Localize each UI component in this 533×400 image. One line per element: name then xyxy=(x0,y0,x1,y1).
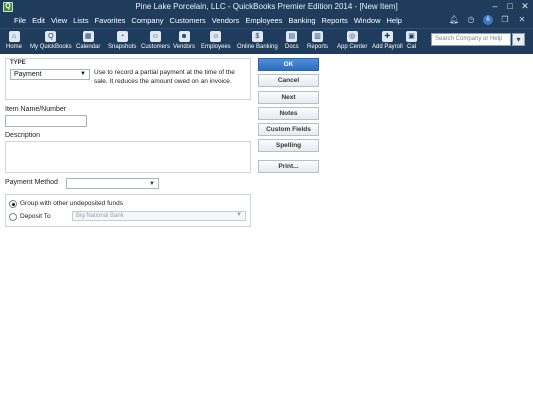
chevron-down-icon: ▼ xyxy=(236,212,242,218)
payment-method-label: Payment Method xyxy=(5,179,58,186)
menu-banking[interactable]: Banking xyxy=(288,16,315,25)
toolbar-docs[interactable]: ▤ Docs xyxy=(285,31,299,50)
close-icon[interactable]: ✕ xyxy=(519,1,531,12)
menu-lists[interactable]: Lists xyxy=(73,16,88,25)
chevron-down-icon: ▼ xyxy=(80,71,86,77)
toolbar-cal[interactable]: ▣ Cal xyxy=(406,31,417,50)
menu-customers[interactable]: Customers xyxy=(170,16,206,25)
window-title: Pine Lake Porcelain, LLC - QuickBooks Pr… xyxy=(135,2,398,11)
type-select[interactable]: Payment ▼ xyxy=(10,69,90,80)
toolbar-online-banking[interactable]: $ Online Banking xyxy=(237,31,278,50)
ok-button[interactable]: OK xyxy=(258,58,319,71)
icon-bar: ⌂ Home Q My QuickBooks ▦ Calendar ◔ Snapshot… xyxy=(0,28,533,54)
menu-favorites[interactable]: Favorites xyxy=(95,16,126,25)
deposit-to-radio[interactable] xyxy=(9,213,17,221)
menu-edit[interactable]: Edit xyxy=(32,16,45,25)
search-input[interactable]: Search Company or Help xyxy=(431,33,511,46)
group-undeposited-label: Group with other undeposited funds xyxy=(20,200,123,207)
menu-file[interactable]: File xyxy=(14,16,26,25)
menu-window[interactable]: Window xyxy=(354,16,381,25)
menu-view[interactable]: View xyxy=(51,16,67,25)
home-icon: ⌂ xyxy=(8,31,20,42)
deposit-to-label: Deposit To xyxy=(20,213,51,220)
search-dropdown-icon[interactable]: ▾ xyxy=(512,33,525,46)
type-label: TYPE xyxy=(10,60,26,66)
deposit-to-value: Big National Bank xyxy=(76,213,124,219)
type-section: TYPE Payment ▼ Use to record a partial p… xyxy=(5,58,251,100)
calendar-icon: ▦ xyxy=(82,31,94,42)
app-center-icon: ◎ xyxy=(346,31,358,42)
toolbar-add-payroll[interactable]: ✚ Add Payroll xyxy=(372,31,403,50)
reports-icon: ▥ xyxy=(312,31,323,42)
customers-icon: ☺ xyxy=(150,31,161,42)
item-name-label: Item Name/Number xyxy=(5,106,67,113)
add-payroll-icon: ✚ xyxy=(381,31,393,42)
toolbar-my-quickbooks[interactable]: Q My QuickBooks xyxy=(30,31,72,50)
minimize-icon[interactable]: – xyxy=(489,1,501,12)
menu-bar: File Edit View Lists Favorites Company C… xyxy=(0,14,533,28)
my-quickbooks-icon: Q xyxy=(45,31,57,42)
toolbar-snapshots[interactable]: ◔ Snapshots xyxy=(108,31,136,50)
toolbar-employees[interactable]: ☺ Employees xyxy=(201,31,231,50)
restore-icon[interactable]: ❐ xyxy=(500,15,510,25)
toolbar-vendors[interactable]: ☻ Vendors xyxy=(173,31,195,50)
title-bar: Q Pine Lake Porcelain, LLC - QuickBooks … xyxy=(0,0,533,14)
menu-help[interactable]: Help xyxy=(387,16,402,25)
vendors-icon: ☻ xyxy=(178,31,190,42)
toolbar-calendar[interactable]: ▦ Calendar xyxy=(76,31,100,50)
menu-company[interactable]: Company xyxy=(131,16,163,25)
snapshots-icon: ◔ xyxy=(116,31,128,42)
toolbar-app-center[interactable]: ◎ App Center xyxy=(337,31,367,50)
close-inner-icon[interactable]: ✕ xyxy=(517,15,527,25)
docs-icon: ▤ xyxy=(286,31,298,42)
group-undeposited-radio[interactable] xyxy=(9,200,17,208)
menu-reports[interactable]: Reports xyxy=(322,16,348,25)
description-label: Description xyxy=(5,132,41,139)
toolbar-customers[interactable]: ☺ Customers xyxy=(141,31,170,50)
payment-method-select[interactable]: ▼ xyxy=(66,178,159,189)
employees-icon: ☺ xyxy=(210,31,222,42)
description-field[interactable] xyxy=(5,141,251,173)
next-button[interactable]: Next xyxy=(258,91,319,104)
online-banking-icon: $ xyxy=(251,31,263,42)
custom-fields-button[interactable]: Custom Fields xyxy=(258,123,319,136)
deposit-to-select[interactable]: Big National Bank ▼ xyxy=(72,211,246,221)
chevron-down-icon: ▼ xyxy=(149,181,155,187)
maximize-icon[interactable]: □ xyxy=(504,1,516,12)
cancel-button[interactable]: Cancel xyxy=(258,74,319,87)
spelling-button[interactable]: Spelling xyxy=(258,139,319,152)
bell-icon[interactable]: 🔔︎ xyxy=(449,15,459,25)
deposit-section: Group with other undeposited funds Depos… xyxy=(5,194,251,227)
cal-icon: ▣ xyxy=(406,31,417,42)
clock-icon[interactable]: ◷ xyxy=(466,15,476,25)
menu-vendors[interactable]: Vendors xyxy=(212,16,240,25)
menu-employees[interactable]: Employees xyxy=(245,16,282,25)
notes-button[interactable]: Notes xyxy=(258,107,319,120)
toolbar-home[interactable]: ⌂ Home xyxy=(6,31,22,50)
type-select-value: Payment xyxy=(14,71,42,78)
notification-badge[interactable]: 6 xyxy=(483,15,493,25)
print-button[interactable]: Print... xyxy=(258,160,319,173)
item-name-field[interactable] xyxy=(5,115,87,127)
type-description: Use to record a partial payment at the t… xyxy=(94,69,235,85)
toolbar-reports[interactable]: ▥ Reports xyxy=(307,31,328,50)
